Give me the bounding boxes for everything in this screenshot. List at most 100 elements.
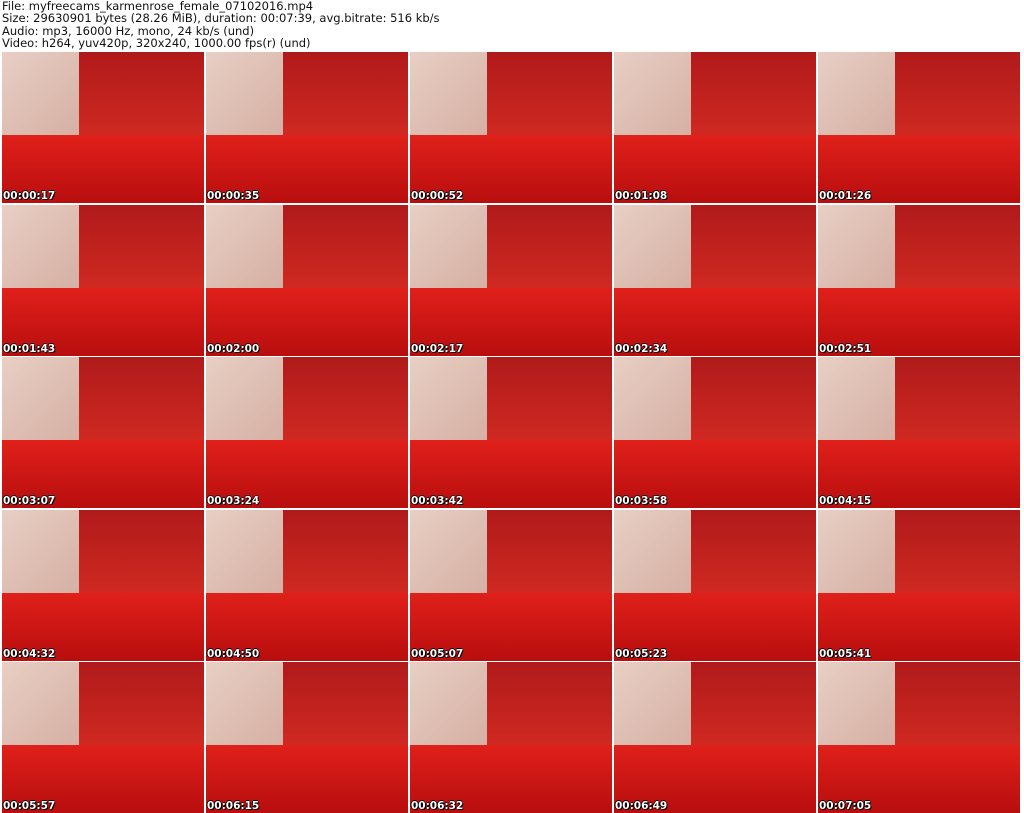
timestamp-label: 00:01:43 bbox=[3, 342, 56, 355]
background-wall bbox=[614, 52, 691, 143]
background-curtain bbox=[486, 204, 612, 296]
timestamp-label: 00:03:24 bbox=[207, 495, 260, 507]
video-thumbnail: 00:03:42 bbox=[410, 357, 612, 508]
timestamp-label: 00:02:00 bbox=[207, 342, 260, 355]
timestamp-label: 00:02:34 bbox=[615, 342, 668, 355]
background-curtain bbox=[690, 52, 816, 143]
video-thumbnail: 00:03:24 bbox=[206, 357, 408, 508]
background-curtain bbox=[282, 357, 408, 448]
background-curtain bbox=[486, 52, 612, 143]
video-thumbnail: 00:05:23 bbox=[614, 509, 816, 661]
timestamp-label: 00:02:17 bbox=[411, 342, 464, 355]
background-wall bbox=[2, 204, 79, 296]
video-thumbnail: 00:04:50 bbox=[206, 509, 408, 661]
background-curtain bbox=[78, 357, 204, 448]
background-wall bbox=[206, 662, 283, 753]
background-wall bbox=[2, 357, 79, 448]
background-wall bbox=[818, 357, 895, 448]
background-curtain bbox=[894, 509, 1020, 601]
video-thumbnail: 00:01:08 bbox=[614, 52, 816, 203]
background-curtain bbox=[894, 662, 1020, 753]
video-thumbnail: 00:05:57 bbox=[2, 662, 204, 813]
background-wall bbox=[2, 52, 79, 143]
timestamp-label: 00:02:51 bbox=[819, 342, 872, 355]
background-curtain bbox=[486, 357, 612, 448]
timestamp-label: 00:06:49 bbox=[615, 800, 668, 812]
background-curtain bbox=[690, 662, 816, 753]
background-wall bbox=[410, 662, 487, 753]
timestamp-label: 00:00:52 bbox=[411, 190, 464, 202]
file-size-info: Size: 29630901 bytes (28.26 MiB), durati… bbox=[2, 11, 440, 26]
video-thumbnail: 00:00:35 bbox=[206, 52, 408, 203]
video-thumbnail: 00:02:51 bbox=[818, 204, 1020, 356]
background-wall bbox=[818, 52, 895, 143]
background-wall bbox=[818, 509, 895, 601]
file-info-header: File: myfreecams_karmenrose_female_07102… bbox=[2, 0, 440, 49]
background-wall bbox=[614, 357, 691, 448]
background-wall bbox=[2, 509, 79, 601]
background-wall bbox=[614, 509, 691, 601]
timestamp-label: 00:03:07 bbox=[3, 495, 56, 507]
video-thumbnail: 00:04:32 bbox=[2, 509, 204, 661]
video-thumbnail: 00:01:43 bbox=[2, 204, 204, 356]
background-curtain bbox=[78, 52, 204, 143]
video-thumbnail: 00:06:15 bbox=[206, 662, 408, 813]
timestamp-label: 00:03:42 bbox=[411, 495, 464, 507]
background-curtain bbox=[690, 204, 816, 296]
background-curtain bbox=[894, 357, 1020, 448]
video-thumbnail: 00:05:41 bbox=[818, 509, 1020, 661]
background-wall bbox=[206, 357, 283, 448]
timestamp-label: 00:04:15 bbox=[819, 495, 872, 507]
background-curtain bbox=[690, 357, 816, 448]
timestamp-label: 00:01:26 bbox=[819, 190, 872, 202]
background-wall bbox=[410, 52, 487, 143]
timestamp-label: 00:05:41 bbox=[819, 647, 872, 660]
background-curtain bbox=[282, 52, 408, 143]
background-wall bbox=[614, 662, 691, 753]
background-curtain bbox=[690, 509, 816, 601]
timestamp-label: 00:00:17 bbox=[3, 190, 56, 202]
video-thumbnail: 00:06:49 bbox=[614, 662, 816, 813]
background-wall bbox=[818, 204, 895, 296]
background-curtain bbox=[486, 509, 612, 601]
background-wall bbox=[818, 662, 895, 753]
background-curtain bbox=[894, 52, 1020, 143]
background-wall bbox=[410, 357, 487, 448]
background-curtain bbox=[282, 204, 408, 296]
timestamp-label: 00:07:05 bbox=[819, 800, 872, 812]
timestamp-label: 00:05:57 bbox=[3, 800, 56, 812]
video-thumbnail: 00:07:05 bbox=[818, 662, 1020, 813]
video-thumbnail: 00:05:07 bbox=[410, 509, 612, 661]
background-curtain bbox=[894, 204, 1020, 296]
timestamp-label: 00:06:32 bbox=[411, 800, 464, 812]
video-info: Video: h264, yuv420p, 320x240, 1000.00 f… bbox=[2, 35, 311, 50]
timestamp-label: 00:03:58 bbox=[615, 495, 668, 507]
timestamp-label: 00:00:35 bbox=[207, 190, 260, 202]
background-wall bbox=[410, 204, 487, 296]
background-wall bbox=[410, 509, 487, 601]
video-thumbnail: 00:01:26 bbox=[818, 52, 1020, 203]
video-thumbnail: 00:00:52 bbox=[410, 52, 612, 203]
video-thumbnail: 00:02:17 bbox=[410, 204, 612, 356]
timestamp-label: 00:01:08 bbox=[615, 190, 668, 202]
timestamp-label: 00:05:07 bbox=[411, 647, 464, 660]
timestamp-label: 00:04:32 bbox=[3, 647, 56, 660]
video-thumbnail: 00:00:17 bbox=[2, 52, 204, 203]
background-curtain bbox=[282, 662, 408, 753]
background-wall bbox=[2, 662, 79, 753]
background-curtain bbox=[78, 204, 204, 296]
timestamp-label: 00:06:15 bbox=[207, 800, 260, 812]
thumbnail-grid: 00:00:17 00:00:35 00:00:52 00:01:08 00:01:26… bbox=[2, 52, 1020, 813]
background-curtain bbox=[78, 662, 204, 753]
background-wall bbox=[206, 52, 283, 143]
video-thumbnail: 00:03:58 bbox=[614, 357, 816, 508]
video-thumbnail: 00:04:15 bbox=[818, 357, 1020, 508]
timestamp-label: 00:05:23 bbox=[615, 647, 668, 660]
video-thumbnail: 00:02:00 bbox=[206, 204, 408, 356]
video-thumbnail: 00:02:34 bbox=[614, 204, 816, 356]
background-curtain bbox=[486, 662, 612, 753]
background-wall bbox=[206, 509, 283, 601]
background-wall bbox=[614, 204, 691, 296]
video-thumbnail: 00:03:07 bbox=[2, 357, 204, 508]
background-curtain bbox=[282, 509, 408, 601]
